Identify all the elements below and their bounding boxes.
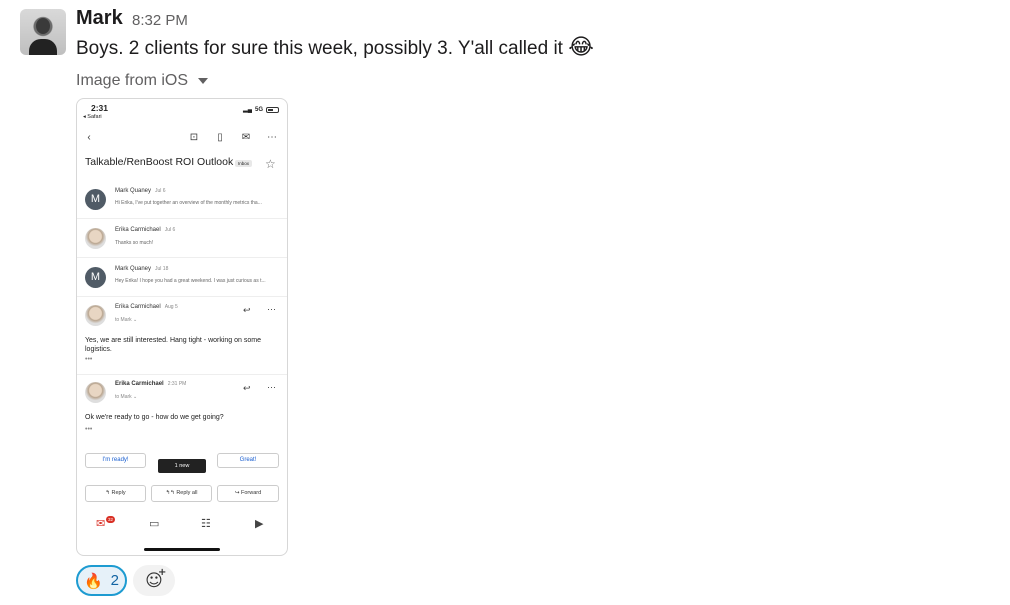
reaction-fire[interactable]: 🔥 2 [76,565,127,596]
email-row: M Mark Quaney Jul 6 Hi Erika, I've put to… [77,179,287,219]
email-date: Jul 6 [155,188,166,194]
reply-icon: ↩ [243,383,251,393]
sender-line: Erika Carmichael 2:31 PM [115,381,186,387]
chat-icon: ▭ [149,518,160,530]
laughing-emoji: 😂 [568,35,594,60]
more-icon: ••• [85,426,93,433]
battery-icon [266,106,279,113]
sender-name: Mark Quaney [115,188,152,194]
sender-line: Erika Carmichael Jul 6 [115,227,175,233]
message-body: Boys. 2 clients for sure this week, poss… [76,38,563,59]
message-text: Boys. 2 clients for sure this week, poss… [76,35,594,60]
avatar[interactable] [20,9,66,55]
status-time: 2:31 [91,103,109,113]
smart-reply-chip: Great! [217,453,279,468]
new-message-pill: 1 new [158,459,206,473]
reply-button: ↰ Reply [85,485,146,502]
forward-button: ↪ Forward [217,485,279,502]
sender-avatar: M [85,267,106,288]
email-date: Jul 6 [164,227,176,233]
add-reaction-button[interactable]: ☺ + [133,565,175,596]
reply-all-button: ↰↰ Reply all [151,485,212,502]
more-icon: ••• [85,356,93,363]
email-expanded: Erika Carmichael Aug 5 to Mark ⌄ ↩ ⋯ Yes,… [77,297,287,375]
fire-emoji: 🔥 [83,571,103,590]
status-app: ◂ Safari [83,114,102,120]
more-icon: ⋯ [267,382,276,392]
mail-icon: ✉ [241,132,251,143]
sender-avatar [85,228,106,249]
email-body: Ok we're ready to go - how do we get goi… [85,414,224,421]
more-icon: ⋯ [267,132,277,143]
author-name[interactable]: Mark [76,7,123,30]
mail-icon: ✉ [96,518,106,530]
sender-line: Mark Quaney Jul 18 [115,266,168,272]
email-date: 2:31 PM [167,381,187,387]
forward-label: Forward [240,490,262,496]
email-date: Aug 5 [164,304,178,310]
smart-reply-chip: I'm ready! [85,453,146,468]
home-indicator [144,548,220,551]
status-indicators: ▂▄ 5G [243,106,279,113]
sender-avatar [85,305,106,326]
reply-icon: ↩ [243,305,251,315]
email-snippet: Hi Erika, I've put together an overview … [115,200,262,206]
reply-label: Reply [111,490,126,496]
email-row: M Mark Quaney Jul 18 Hey Erika! I hope yo… [77,258,287,297]
email-expanded: Erika Carmichael 2:31 PM to Mark ⌄ ↩ ⋯ Ok… [77,375,287,445]
sender-line: Erika Carmichael Aug 5 [115,304,178,310]
network-type: 5G [254,106,263,113]
recipient-line: to Mark ⌄ [115,317,138,323]
star-icon: ☆ [265,157,276,171]
email-date: Jul 18 [155,266,169,272]
email-row: Erika Carmichael Jul 6 Thanks so much! [77,219,287,258]
message-timestamp[interactable]: 8:32 PM [132,12,188,29]
image-attachment[interactable]: 2:31 ◂ Safari ▂▄ 5G ‹ ⊡ ▯ ✉ ⋯ Talkable/R… [76,98,288,556]
sender-name: Mark Quaney [115,266,152,272]
sender-avatar: M [85,189,106,210]
email-snippet: Hey Erika! I hope you had a great weeken… [115,278,266,284]
archive-icon: ⊡ [189,132,199,143]
spaces-icon: ☷ [201,518,211,530]
email-body: Yes, we are still interested. Hang tight… [85,337,261,353]
sender-name: Erika Carmichael [115,227,161,233]
recipient-line: to Mark ⌄ [115,394,138,400]
sender-avatar [85,382,106,403]
unread-badge: 32 [106,516,116,523]
reply-all-label: Reply all [176,490,198,496]
inbox-chip: Inbox [235,160,253,167]
email-snippet: Thanks so much! [115,240,154,246]
video-icon: ▶ [255,518,264,530]
back-icon: ‹ [87,132,91,143]
reaction-count: 2 [110,572,120,589]
more-icon: ⋯ [267,304,276,314]
chevron-down-icon[interactable] [198,78,208,84]
plus-icon: + [158,567,167,578]
attachment-label[interactable]: Image from iOS [76,72,188,90]
sender-name: Erika Carmichael [115,381,164,387]
trash-icon: ▯ [217,132,223,143]
sender-line: Mark Quaney Jul 6 [115,188,166,194]
sender-name: Erika Carmichael [115,304,161,310]
signal-icon: ▂▄ [243,107,252,113]
email-subject: Talkable/RenBoost ROI Outlook [85,156,234,168]
